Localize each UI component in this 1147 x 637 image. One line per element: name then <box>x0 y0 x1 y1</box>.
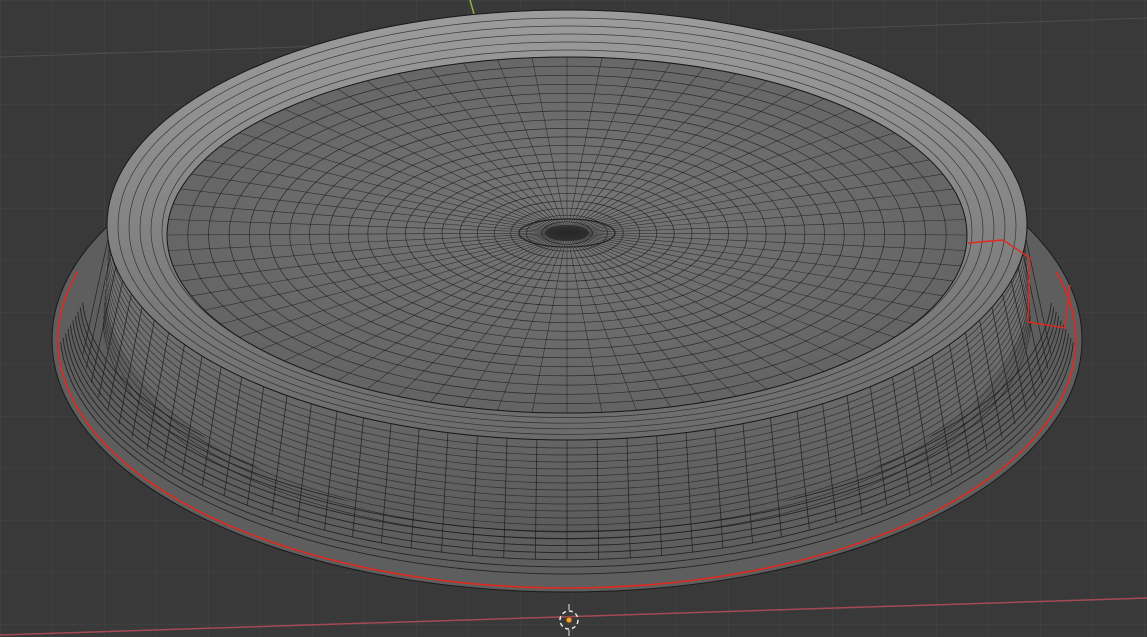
dish-mesh[interactable] <box>51 9 1083 593</box>
center-pole <box>545 225 589 241</box>
scene-canvas[interactable] <box>0 0 1147 637</box>
3d-viewport[interactable] <box>0 0 1147 637</box>
